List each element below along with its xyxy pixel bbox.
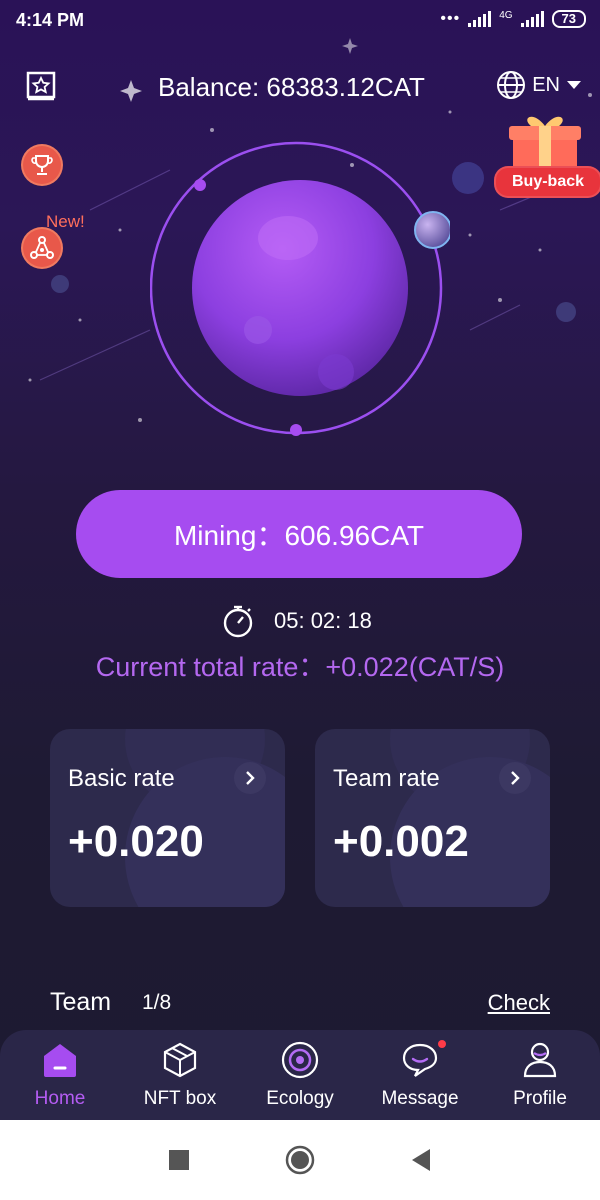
balance-text: Balance: 68383.12CAT [158,72,425,102]
nav-message[interactable]: Message [360,1030,480,1120]
team-rate-value: +0.002 [333,817,469,866]
team-rate-label: Team rate [333,765,440,792]
box-icon [160,1040,200,1080]
square-icon[interactable] [168,1149,190,1171]
current-total-rate: Current total rate：+0.022(CAT/S) [95,652,505,682]
dots-icon: ••• [440,10,461,27]
network-nodes-icon [30,236,54,259]
mining-button[interactable]: Mining：606.96CAT [76,490,522,578]
system-navigation-bar [0,1120,600,1200]
nav-label: Message [381,1088,459,1109]
globe-icon [497,71,526,99]
language-selector[interactable]: EN [496,70,582,100]
trophy-button[interactable] [23,146,61,184]
ranking-book-icon[interactable] [25,70,57,102]
ecology-icon [280,1040,320,1080]
basic-rate-card[interactable]: Basic rate +0.020 [50,729,285,907]
basic-rate-value: +0.020 [68,817,204,866]
unread-badge [438,1040,446,1048]
mining-planet-graphic [150,141,450,436]
battery-indicator: 73 [551,10,586,28]
dropdown-triangle-icon [567,81,581,89]
team-label: Team [50,988,112,1016]
signal-icon [468,11,492,27]
network-button[interactable] [23,229,61,267]
chevron-right-icon[interactable] [499,762,531,794]
status-icons: ••• 4G 73 [440,10,586,28]
status-time: 4:14 PM [16,10,85,30]
team-rate-card[interactable]: Team rate +0.002 [315,729,550,907]
signal-icon-2 [520,11,544,27]
chevron-right-icon[interactable] [234,762,266,794]
circle-icon[interactable] [285,1145,315,1175]
check-link[interactable]: Check [488,990,550,1016]
nav-label: Ecology [266,1088,334,1109]
app-screen: 4:14 PM ••• 4G 73 Balance: 68383.12CAT E… [0,0,600,1120]
stopwatch-icon [223,605,253,638]
trophy-icon [31,155,53,175]
bottom-navigation: Home NFT box Ecology Message Profile [0,1030,600,1120]
profile-icon [520,1040,560,1080]
network-type: 4G [499,10,513,21]
home-icon [40,1040,80,1080]
nav-nft-box[interactable]: NFT box [120,1030,240,1120]
timer-text: 05: 02: 18 [274,608,372,633]
language-label: EN [532,73,560,96]
basic-rate-label: Basic rate [68,765,175,792]
mining-timer: 05: 02: 18 [222,604,372,638]
nav-label: Home [34,1088,86,1109]
new-badge: New! [46,212,85,231]
nav-ecology[interactable]: Ecology [240,1030,360,1120]
status-bar: 4:14 PM ••• 4G 73 [0,0,600,44]
nav-label: Profile [513,1088,567,1109]
nav-home[interactable]: Home [0,1030,120,1120]
team-count: 1/8 [142,991,172,1014]
back-triangle-icon[interactable] [410,1148,432,1172]
nav-profile[interactable]: Profile [480,1030,600,1120]
message-icon [400,1040,446,1080]
buy-back-button[interactable]: Buy-back [494,166,600,198]
nav-label: NFT box [143,1088,217,1109]
